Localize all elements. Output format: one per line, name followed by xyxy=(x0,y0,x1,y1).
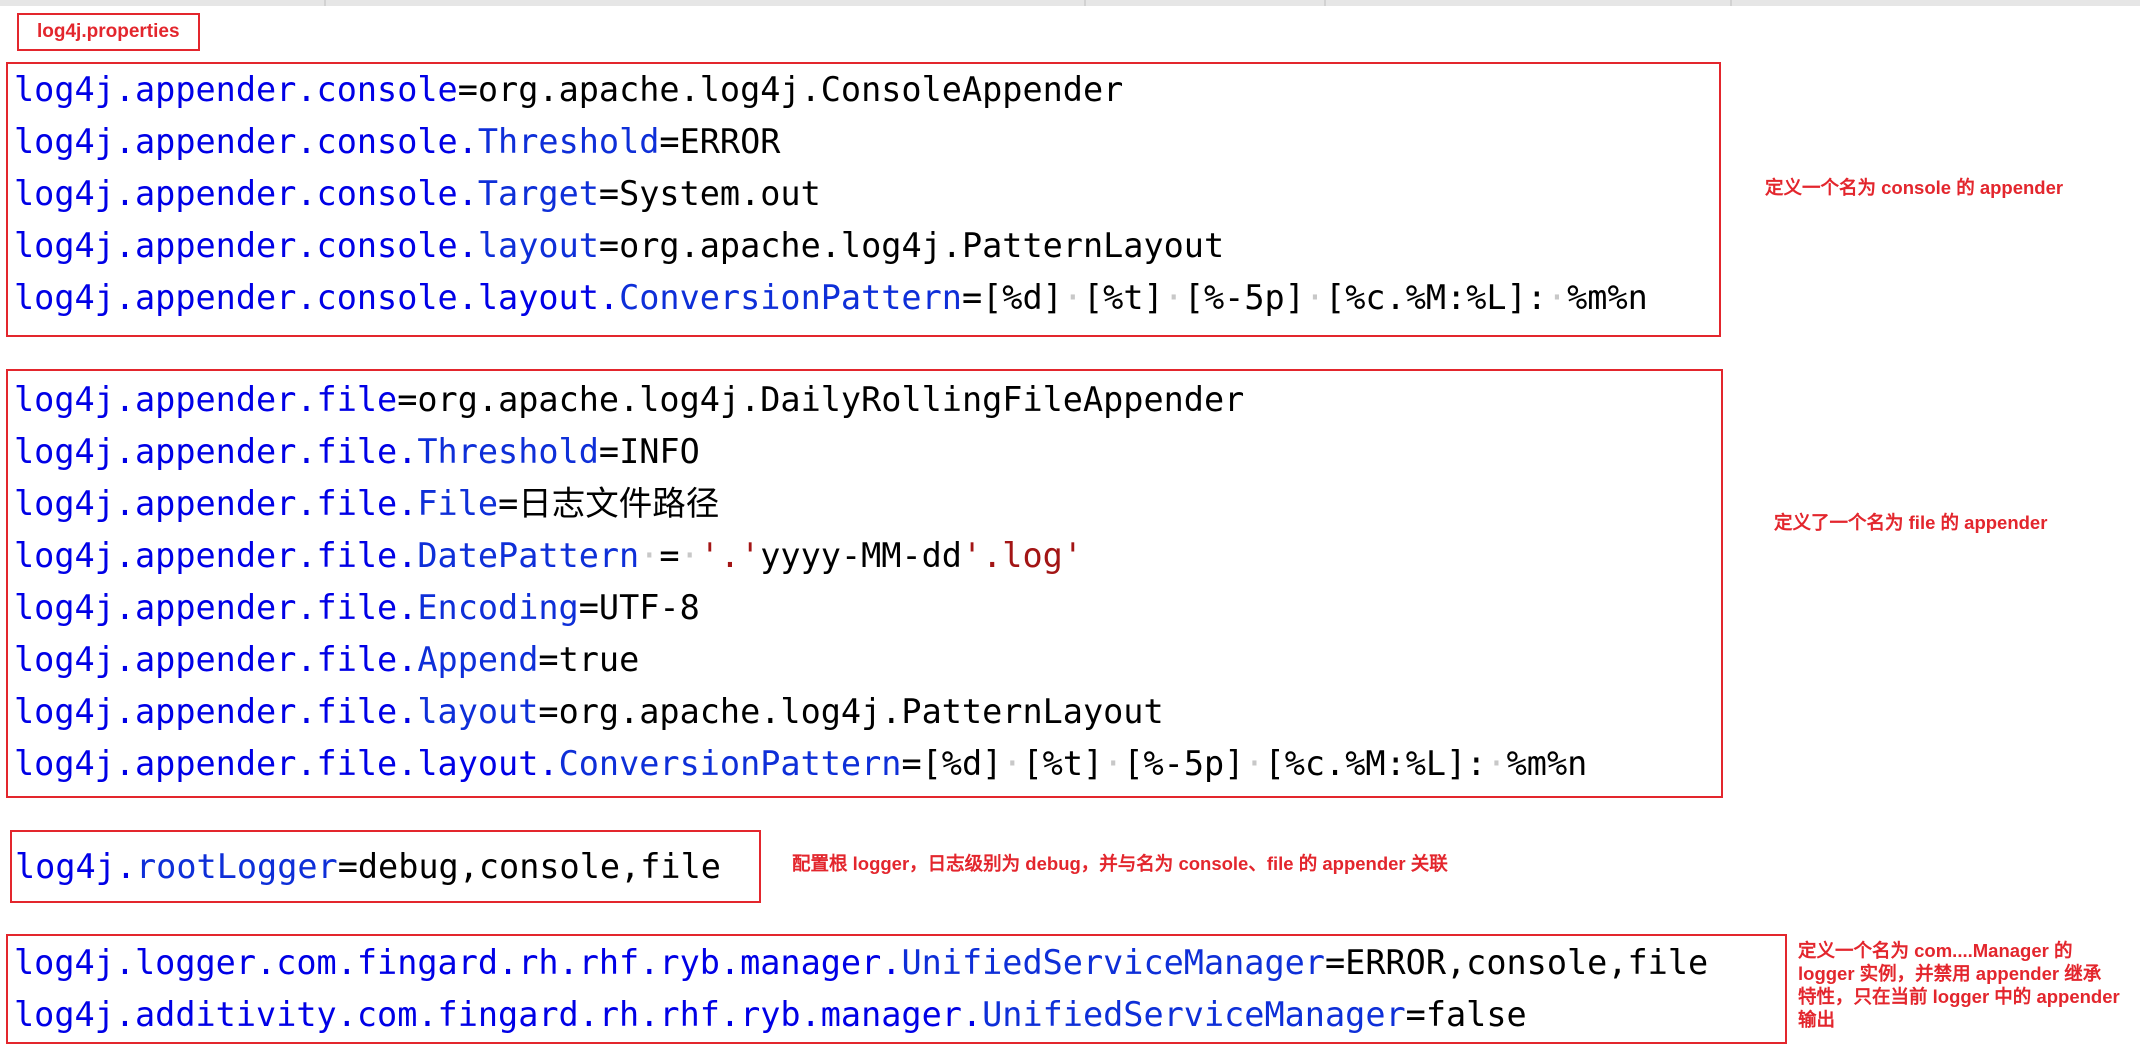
console-annotation: 定义一个名为 console 的 appender xyxy=(1765,177,2064,198)
code-line: log4j.additivity.com.fingard.rh.rhf.ryb.… xyxy=(14,995,1527,1034)
root-logger-block: log4j.rootLogger=debug,console,file xyxy=(10,830,761,903)
whitespace-marker: · xyxy=(679,536,700,575)
file-name-label: log4j.properties xyxy=(17,13,200,51)
named-logger-annotation: 定义一个名为 com....Manager 的 logger 实例，并禁用 ap… xyxy=(1798,939,2120,1031)
named-logger-block: log4j.logger.com.fingard.rh.rhf.ryb.mana… xyxy=(6,934,1787,1044)
annotation-line: 定义一个名为 com....Manager 的 xyxy=(1798,940,2073,961)
code-line: log4j.logger.com.fingard.rh.rhf.ryb.mana… xyxy=(14,943,1709,982)
file-appender-block: log4j.appender.file=org.apache.log4j.Dai… xyxy=(6,369,1723,798)
annotation-line: 特性，只在当前 logger 中的 appender xyxy=(1798,986,2120,1007)
code-line: log4j.appender.console.Target=System.out xyxy=(14,174,821,213)
whitespace-marker: · xyxy=(1002,744,1023,783)
date-pattern: yyyy-MM-dd xyxy=(760,536,962,575)
tab-divider xyxy=(324,0,326,6)
root-logger-annotation: 配置根 logger，日志级别为 debug，并与名为 console、file… xyxy=(792,853,1448,874)
code-line: log4j.appender.file.layout.ConversionPat… xyxy=(14,744,1588,783)
whitespace-marker: · xyxy=(1486,744,1507,783)
console-appender-block: log4j.appender.console=org.apache.log4j.… xyxy=(6,62,1721,337)
code-line: log4j.appender.file.layout=org.apache.lo… xyxy=(14,692,1164,731)
code-line: log4j.appender.console.layout.Conversion… xyxy=(14,278,1648,317)
whitespace-marker: · xyxy=(1103,744,1124,783)
code-line: log4j.appender.file=org.apache.log4j.Dai… xyxy=(14,380,1245,419)
string-literal: '.' xyxy=(699,536,761,575)
code-line: log4j.appender.file.File=日志文件路径 xyxy=(14,484,720,523)
code-line: log4j.appender.file.Threshold=INFO xyxy=(14,432,700,471)
annotation-line: 输出 xyxy=(1798,1009,1836,1030)
whitespace-marker: · xyxy=(639,536,660,575)
tab-divider xyxy=(1730,0,1732,6)
code-line: log4j.appender.console=org.apache.log4j.… xyxy=(14,70,1124,109)
tab-divider xyxy=(1324,0,1326,6)
whitespace-marker: · xyxy=(1062,278,1083,317)
whitespace-marker: · xyxy=(1546,278,1568,317)
file-annotation: 定义了一个名为 file 的 appender xyxy=(1774,512,2048,533)
annotation-line: logger 实例，并禁用 appender 继承 xyxy=(1798,963,2102,984)
tab-divider xyxy=(1084,0,1086,6)
whitespace-marker: · xyxy=(1163,278,1184,317)
top-tab-strip xyxy=(0,0,2140,6)
code-line: log4j.appender.file.Append=true xyxy=(14,640,640,679)
code-line: log4j.appender.file.Encoding=UTF-8 xyxy=(14,588,700,627)
code-line: log4j.appender.console.Threshold=ERROR xyxy=(14,122,781,161)
code-line: log4j.appender.file.DatePattern·=·'.'yyy… xyxy=(14,536,1083,575)
whitespace-marker: · xyxy=(1244,744,1265,783)
string-literal: '.log' xyxy=(961,536,1083,575)
code-line: log4j.appender.console.layout=org.apache… xyxy=(14,226,1225,265)
whitespace-marker: · xyxy=(1304,278,1326,317)
code-line: log4j.rootLogger=debug,console,file xyxy=(15,847,721,886)
